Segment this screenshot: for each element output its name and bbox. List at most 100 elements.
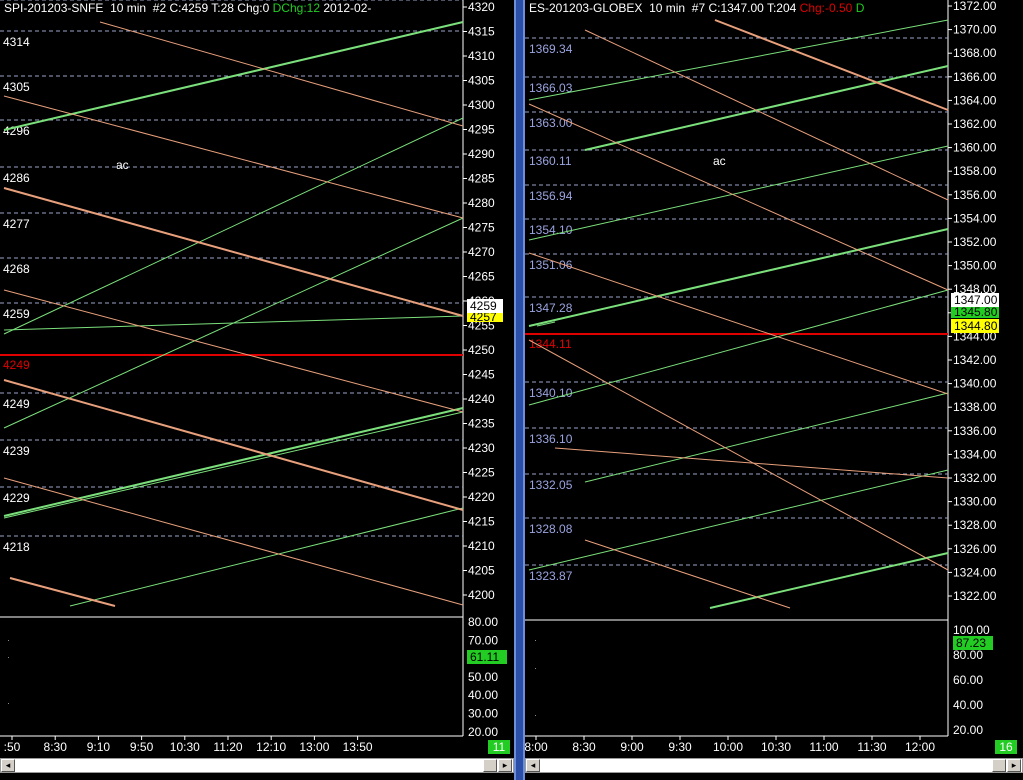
spi-chart-panel[interactable]: 4320 4315 4310 4305 4300 4295 4290 4285 4280 4275…	[0, 0, 514, 780]
es-scroll-thumb[interactable]	[992, 759, 1006, 772]
x-tick-label: 13:00	[299, 740, 329, 754]
x-tick-label: 9:00	[620, 740, 644, 754]
y-tick-label: 1358.00	[953, 164, 997, 178]
level-label: 4229	[3, 491, 30, 505]
x-tick-label: 9:10	[87, 740, 111, 754]
es-horizontal-scrollbar[interactable]: ◂ ▸	[525, 758, 1023, 773]
es-ask-price-badge: 1344.80	[951, 319, 999, 333]
osc-dot	[8, 703, 9, 704]
osc-tick-label: 80.00	[468, 615, 498, 629]
osc-dot	[535, 715, 536, 716]
y-tick-label: 1326.00	[953, 542, 997, 556]
osc-dot	[8, 657, 9, 658]
y-tick-label: 1356.00	[953, 188, 997, 202]
x-tick-label: 10:30	[761, 740, 791, 754]
uptrend-line	[709, 552, 949, 609]
es-symbol: ES-201203-GLOBEX	[529, 1, 643, 15]
es-bid-price-badge: 1345.80	[951, 307, 999, 318]
y-tick-label: 1362.00	[953, 117, 997, 131]
y-tick-label: 1336.00	[953, 424, 997, 438]
y-tick-label: 4280	[468, 196, 495, 210]
es-chart[interactable]: 1372.00 1370.00 1368.00 1366.00 1364.00 1362.…	[525, 0, 1023, 780]
y-tick-label: 4265	[468, 270, 495, 284]
downtrend-line	[3, 187, 464, 317]
y-tick-label: 1330.00	[953, 495, 997, 509]
y-tick-label: 1354.00	[953, 211, 997, 225]
y-tick-label: 1338.00	[953, 400, 997, 414]
x-tick-label: 8:30	[44, 740, 68, 754]
level-label: 4249	[3, 397, 30, 411]
es-chart-panel[interactable]: 1372.00 1370.00 1368.00 1366.00 1364.00 1362.…	[525, 0, 1023, 780]
y-tick-label: 4205	[468, 564, 495, 578]
y-tick-label: 4290	[468, 147, 495, 161]
uptrend-line	[528, 228, 949, 327]
downtrend-line	[584, 539, 791, 609]
scroll-right-icon[interactable]: ▸	[1007, 759, 1021, 772]
y-tick-label: 1332.00	[953, 471, 997, 485]
downtrend-line	[528, 339, 949, 571]
level-label: 4286	[3, 171, 30, 185]
osc-tick-label: 20.00	[953, 723, 983, 737]
downtrend-line	[9, 577, 116, 607]
spi-bid-price-badge: 4257	[467, 313, 503, 322]
chart-annotation: ac	[713, 154, 726, 168]
es-chg: Chg:-0.50	[799, 1, 853, 15]
downtrend-line	[714, 19, 949, 111]
spi-dchg: DChg:12	[272, 1, 321, 15]
y-tick-label: 4245	[468, 368, 495, 382]
downtrend-line	[584, 29, 949, 201]
uptrend-line	[528, 289, 949, 406]
spi-horizontal-scrollbar[interactable]: ◂ ▸	[0, 758, 514, 773]
y-tick-label: 4305	[468, 74, 495, 88]
y-tick-label: 1340.00	[953, 377, 997, 391]
y-tick-label: 4215	[468, 515, 495, 529]
es-counter-badge: 16	[995, 740, 1017, 754]
x-tick-label: 11:00	[809, 740, 838, 754]
level-label: 4268	[3, 262, 30, 276]
level-label: 4277	[3, 217, 30, 231]
y-tick-label: 4275	[468, 221, 495, 235]
level-label: 1336.10	[529, 432, 573, 446]
y-tick-label: 1328.00	[953, 518, 997, 532]
x-tick-label: 11:20	[213, 740, 242, 754]
spi-last-price-badge: 4259	[467, 299, 503, 313]
scroll-left-icon[interactable]: ◂	[1, 759, 15, 772]
downtrend-line	[3, 379, 464, 511]
x-tick-label: 12:00	[905, 740, 935, 754]
scroll-left-icon[interactable]: ◂	[526, 759, 540, 772]
y-tick-label: 1368.00	[953, 46, 997, 60]
spi-scroll-thumb[interactable]	[483, 759, 497, 772]
osc-tick-label: 20.00	[468, 725, 498, 739]
uptrend-line	[3, 411, 464, 519]
osc-tick-label: 40.00	[468, 688, 498, 702]
y-tick-label: 1366.00	[953, 70, 997, 84]
x-tick-label: 8:30	[572, 740, 596, 754]
osc-tick-label: 30.00	[468, 707, 498, 721]
spi-interval: 10 min	[110, 1, 147, 15]
y-tick-label: 4285	[468, 172, 495, 186]
y-tick-label: 4270	[468, 245, 495, 259]
panel-splitter[interactable]	[514, 0, 525, 780]
spi-chart-header: SPI-201203-SNFE 10 min #2 C:4259 T:28 Ch…	[0, 0, 371, 16]
level-label: 1356.94	[529, 189, 573, 203]
x-tick-label: 11:30	[857, 740, 886, 754]
level-label: 1340.10	[529, 386, 573, 400]
spi-chart[interactable]: 4320 4315 4310 4305 4300 4295 4290 4285 4280 4275…	[0, 0, 514, 780]
y-tick-label: 4230	[468, 441, 495, 455]
es-interval: 10 min	[649, 1, 686, 15]
es-chart-header: ES-201203-GLOBEX 10 min #7 C:1347.00 T:2…	[525, 0, 864, 16]
level-label: 4305	[3, 80, 30, 94]
osc-tick-label: 50.00	[468, 670, 498, 684]
scroll-right-icon[interactable]: ▸	[498, 759, 512, 772]
es-osc-value-badge: 87.23	[953, 636, 993, 650]
y-tick-label: 4320	[468, 0, 495, 14]
y-tick-label: 1370.00	[953, 23, 997, 37]
osc-tick-label: 40.00	[953, 698, 983, 712]
level-label: 1347.28	[529, 301, 573, 315]
y-tick-label: 1334.00	[953, 447, 997, 461]
downtrend-line	[528, 252, 949, 395]
uptrend-line	[3, 315, 464, 331]
osc-tick-label: 60.00	[953, 673, 983, 687]
y-tick-label: 4295	[468, 123, 495, 137]
es-info: #7 C:1347.00 T:204	[691, 1, 797, 15]
